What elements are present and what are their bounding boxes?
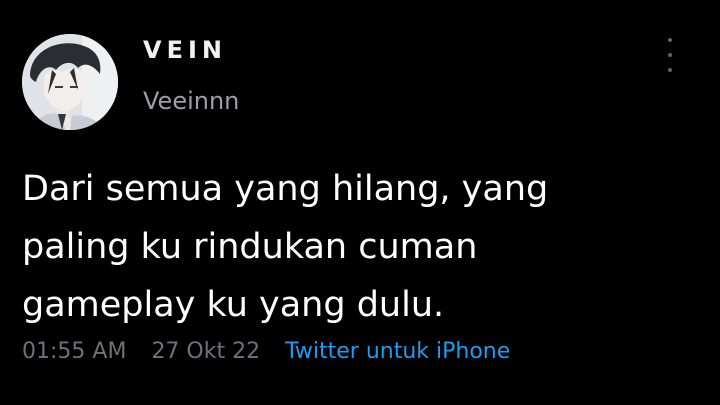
menu-dot: [668, 53, 672, 57]
menu-dot: [668, 38, 672, 42]
tweet-text: Dari semua yang hilang, yang paling ku r…: [22, 160, 682, 334]
menu-dot: [668, 68, 672, 72]
tweet-source-link[interactable]: Twitter untuk iPhone: [285, 339, 510, 364]
tweet-meta: 01:55 AM 27 Okt 22 Twitter untuk iPhone: [22, 339, 510, 364]
display-name[interactable]: VEIN: [143, 36, 227, 64]
tweet-line: paling ku rindukan cuman: [22, 227, 478, 267]
tweet-screenshot: VEIN Veeinnn Dari semua yang hilang, yan…: [0, 0, 720, 405]
tweet-time[interactable]: 01:55 AM: [22, 339, 126, 364]
more-vertical-icon[interactable]: [660, 38, 680, 72]
anime-portrait-avatar-icon: [22, 34, 118, 130]
avatar[interactable]: [22, 34, 118, 130]
tweet-line: gameplay ku yang dulu.: [22, 285, 445, 325]
tweet-date[interactable]: 27 Okt 22: [151, 339, 260, 364]
user-handle[interactable]: Veeinnn: [143, 87, 239, 115]
tweet-line: Dari semua yang hilang, yang: [22, 169, 549, 209]
